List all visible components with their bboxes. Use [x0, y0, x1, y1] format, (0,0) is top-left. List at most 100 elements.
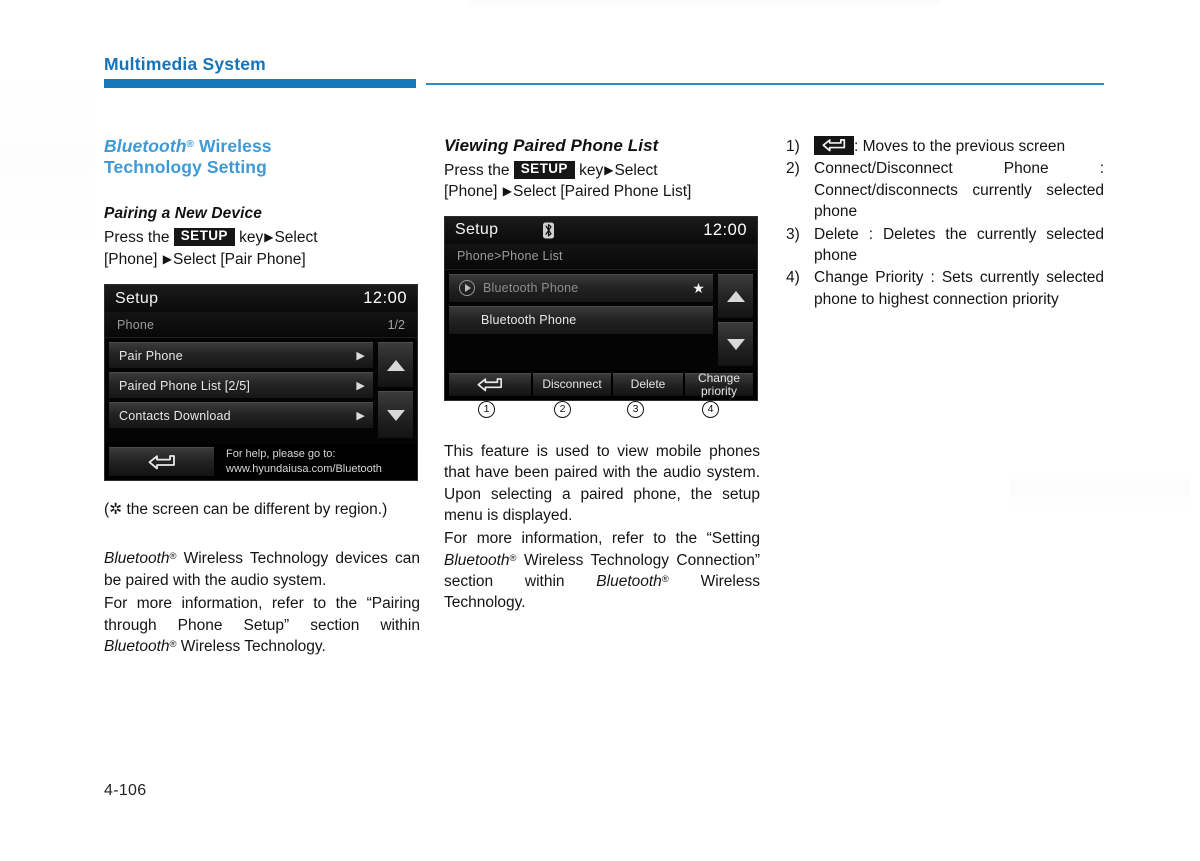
pairing-instruction: Press the SETUP key▶Select [Phone] ▶Sele…: [104, 227, 420, 270]
screen1-body: Pair Phone ▶ Paired Phone List [2/5] ▶ C…: [105, 338, 417, 445]
list-item-4: 4) Change Priority : Sets currently sele…: [786, 267, 1104, 310]
delete-button[interactable]: Delete: [613, 372, 683, 396]
screen1-breadcrumb: Phone: [117, 317, 155, 332]
scroll-down-button[interactable]: [378, 391, 413, 439]
screen1-scrollbar[interactable]: [376, 338, 417, 444]
registered-mark: ®: [509, 552, 517, 564]
bluetooth-icon: [542, 222, 555, 239]
paired-phone-list-screen: Setup 12:00 Phone>Phone List Bluetooth P…: [444, 215, 758, 401]
back-arrow-key-badge[interactable]: [814, 136, 854, 155]
list-item-2-text: Connect/Disconnect Phone : Connect/disco…: [814, 160, 1104, 221]
scroll-up-button[interactable]: [378, 342, 413, 388]
subsection-title-viewing-paired-list: Viewing Paired Phone List: [444, 136, 659, 155]
header-rule-thick: [104, 79, 416, 88]
instruction-post3: Select [Paired Phone List]: [512, 183, 692, 201]
callout-4: 4: [702, 400, 719, 418]
section-title-bluetooth-setting: Bluetooth® Wireless Technology Setting: [104, 136, 420, 177]
disconnect-button-label: Disconnect: [542, 377, 602, 392]
paragraph-more-info-left: For more information, refer to the “Pair…: [104, 593, 420, 657]
play-circle-icon: [459, 280, 475, 297]
registered-mark: ®: [169, 551, 177, 563]
help-line-2: www.hyundaiusa.com/Bluetooth: [226, 462, 382, 475]
page-header: Multimedia System: [104, 54, 1104, 80]
paragraph-more-info-left-b: Wireless Technology.: [176, 637, 326, 655]
instruction-post3: Select [Pair Phone]: [172, 250, 306, 268]
subsection-title-pairing: Pairing a New Device: [104, 205, 262, 223]
screen1-page-indicator: 1/2: [387, 317, 405, 332]
screen1-title-bar: Setup 12:00: [105, 285, 417, 313]
list-item-1: 1) : Moves to the previous screen: [786, 136, 1104, 157]
bluetooth-word: Bluetooth: [104, 637, 170, 655]
screen2-clock: 12:00: [703, 220, 747, 239]
screen1-clock: 12:00: [363, 289, 407, 308]
scroll-up-button[interactable]: [718, 273, 753, 318]
screen2-title: Setup: [455, 221, 499, 239]
callout-number-row: 1 2 3 4: [444, 400, 758, 421]
instruction-mid: key: [234, 229, 264, 247]
disconnect-button[interactable]: Disconnect: [533, 372, 611, 396]
menu-item-paired-phone-list-label: Paired Phone List [2/5]: [119, 378, 251, 393]
change-priority-button[interactable]: Change priority: [685, 372, 753, 397]
screen2-title-bar: Setup 12:00: [445, 216, 757, 244]
instruction-post2: [Phone]: [444, 183, 502, 201]
setup-phone-screen: Setup 12:00 Phone 1/2 Pair Phone ▶ Paire…: [104, 284, 418, 482]
page-title: Multimedia System: [104, 54, 266, 74]
list-item-3-text: Delete : Deletes the currently selected …: [814, 225, 1104, 264]
chevron-right-icon: ▶: [604, 163, 614, 177]
menu-item-contacts-download[interactable]: Contacts Download ▶: [109, 402, 373, 429]
paragraph-more-info-mid-a: For more information, refer to the “Sett…: [444, 530, 760, 548]
help-line-1: For help, please go to:: [226, 447, 336, 460]
chevron-right-icon: ▶: [356, 410, 365, 423]
screen1-title: Setup: [115, 289, 159, 307]
delete-button-label: Delete: [630, 377, 666, 392]
paragraph-feature-description: This feature is used to view mobile phon…: [444, 442, 760, 524]
paragraph-bluetooth-pairing: Bluetooth® Wireless Technology devices c…: [104, 548, 420, 591]
section-title-part2: Technology Setting: [104, 156, 267, 177]
instruction-mid: key: [574, 162, 604, 179]
screen1-subtitle-bar: Phone 1/2: [105, 312, 417, 339]
screen2-scrollbar[interactable]: [716, 270, 757, 370]
triangle-down-icon: [726, 338, 745, 350]
screen1-menu-list: Pair Phone ▶ Paired Phone List [2/5] ▶ C…: [105, 338, 376, 444]
section-title-part1: Bluetooth: [104, 136, 187, 156]
screen2-subtitle-bar: Phone>Phone List: [445, 243, 757, 270]
menu-item-contacts-download-label: Contacts Download: [119, 408, 231, 423]
registered-mark: ®: [169, 638, 177, 650]
registered-mark: ®: [186, 139, 195, 150]
back-button[interactable]: [109, 447, 214, 477]
region-note: (✲ the screen can be different by region…: [104, 501, 388, 519]
back-arrow-icon: [822, 139, 846, 152]
triangle-down-icon: [386, 409, 405, 421]
back-button[interactable]: [449, 372, 531, 396]
chevron-right-icon: ▶: [356, 350, 365, 363]
back-arrow-icon: [148, 455, 175, 470]
bluetooth-word: Bluetooth: [444, 551, 510, 569]
callout-2: 2: [554, 400, 571, 418]
phone-list-item-connected-label: Bluetooth Phone: [483, 281, 579, 296]
triangle-up-icon: [726, 290, 745, 302]
screen2-body: Bluetooth Phone ★ Bluetooth Phone: [445, 269, 757, 370]
phone-list-item-second[interactable]: Bluetooth Phone: [449, 305, 713, 334]
triangle-up-icon: [386, 359, 405, 371]
phone-list-item-connected[interactable]: Bluetooth Phone ★: [449, 273, 713, 302]
setup-keycap[interactable]: SETUP: [513, 161, 575, 179]
scan-artifact-left: [0, 70, 95, 250]
paragraph-more-info-left-a: For more information, refer to the “Pair…: [104, 595, 420, 634]
setup-keycap[interactable]: SETUP: [173, 228, 235, 247]
instruction-pre: Press the: [104, 229, 174, 247]
scan-artifact-top: [470, 0, 940, 5]
instruction-post2: [Phone]: [104, 250, 162, 268]
screen2-footer: Disconnect Delete Change priority: [445, 369, 757, 400]
list-item-1-number: 1): [786, 138, 800, 155]
scroll-down-button[interactable]: [718, 321, 753, 366]
paragraph-more-info-mid: For more information, refer to the “Sett…: [444, 528, 760, 614]
menu-item-paired-phone-list[interactable]: Paired Phone List [2/5] ▶: [109, 372, 373, 399]
menu-item-pair-phone[interactable]: Pair Phone ▶: [109, 342, 373, 369]
chevron-right-icon-2: ▶: [162, 251, 172, 266]
registered-mark-2: ®: [661, 574, 669, 585]
left-column: Bluetooth® Wireless Technology Setting P…: [104, 136, 420, 659]
bluetooth-word: Bluetooth: [104, 550, 170, 568]
screen2-breadcrumb: Phone>Phone List: [457, 249, 563, 264]
chevron-right-icon-2: ▶: [502, 184, 512, 199]
list-item-3-number: 3): [786, 225, 800, 243]
